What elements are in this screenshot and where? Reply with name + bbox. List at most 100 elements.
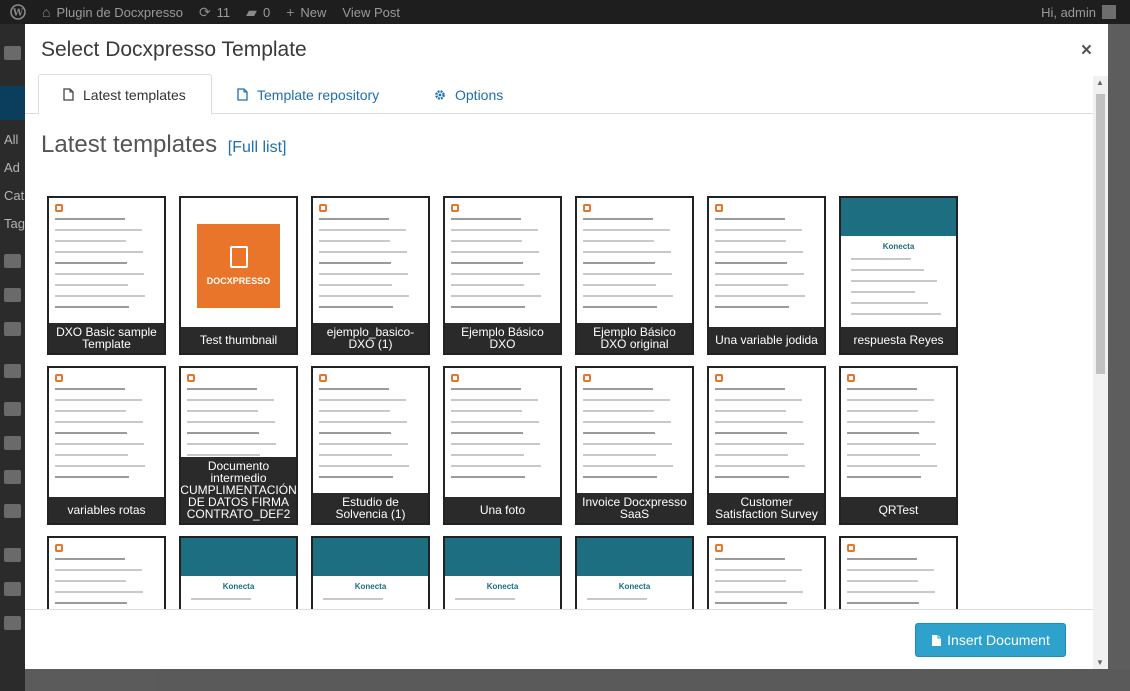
settings-icon[interactable]	[4, 582, 21, 596]
text-line	[451, 443, 540, 445]
text-line	[55, 580, 126, 582]
text-line	[583, 443, 672, 445]
close-icon[interactable]: ×	[1081, 41, 1092, 60]
posts-menu-active[interactable]	[0, 86, 25, 120]
document-icon[interactable]	[4, 548, 21, 562]
modal-scrollbar[interactable]: ▲ ▼	[1093, 76, 1108, 669]
text-line	[451, 218, 521, 220]
template-thumbnail	[841, 368, 956, 496]
template-thumbnail	[709, 538, 824, 609]
text-line	[191, 598, 251, 600]
text-line	[847, 443, 936, 445]
text-line	[55, 273, 144, 275]
template-card[interactable]: Customer Satisfaction Survey	[707, 366, 826, 525]
text-line	[715, 284, 788, 286]
document-banner	[313, 538, 428, 576]
text-line	[847, 602, 919, 604]
document-title: Konecta	[882, 242, 915, 251]
comments-link[interactable]: ▰ 0	[246, 0, 270, 24]
pages-icon[interactable]	[4, 288, 21, 302]
account-menu[interactable]: Hi, admin	[1041, 5, 1116, 20]
template-card[interactable]: QRTest	[839, 366, 958, 525]
template-modal: Select Docxpresso Template × Latest temp…	[25, 24, 1108, 669]
document-title: Konecta	[222, 582, 255, 591]
text-line	[319, 421, 407, 423]
text-line	[319, 251, 407, 253]
text-line	[451, 421, 539, 423]
tab-latest-templates[interactable]: Latest templates	[38, 74, 212, 115]
collapse-icon[interactable]	[4, 616, 21, 630]
text-line	[55, 558, 125, 560]
template-card[interactable]: Konecta respuesta Reyes	[839, 196, 958, 355]
template-caption: Ejemplo Básico DXO original	[577, 323, 692, 353]
text-line	[455, 598, 515, 600]
text-line	[847, 591, 935, 593]
sidebar-label-add[interactable]: Ad	[4, 160, 20, 175]
admin-bar-home-link[interactable]: ⌂ Plugin de Docxpresso	[42, 0, 183, 24]
template-thumbnail: Konecta	[313, 538, 428, 609]
comments-icon[interactable]	[4, 322, 21, 336]
template-card[interactable]: Documento intermedio CUMPLIMENTACIÓN DE …	[179, 366, 298, 525]
tab-options[interactable]: Options	[434, 74, 503, 115]
logo-icon	[715, 374, 723, 382]
pin-icon[interactable]	[4, 364, 21, 378]
media-icon[interactable]	[4, 254, 21, 268]
document-banner	[181, 538, 296, 576]
text-line	[715, 476, 789, 478]
template-card[interactable]: Una variable jodida	[707, 196, 826, 355]
text-line	[451, 262, 523, 264]
users-icon[interactable]	[4, 436, 21, 450]
template-card[interactable]	[707, 536, 826, 609]
template-card[interactable]	[839, 536, 958, 609]
template-card[interactable]: Una foto	[443, 366, 562, 525]
text-line	[319, 218, 389, 220]
template-card[interactable]: Ejemplo Básico DXO original	[575, 196, 694, 355]
text-line	[55, 443, 144, 445]
text-line	[851, 302, 928, 304]
updates-link[interactable]: ⟳ 11	[199, 0, 230, 24]
template-card[interactable]: Estudio de Solvencia (1)	[311, 366, 430, 525]
sidebar-label-tags[interactable]: Tag	[4, 216, 25, 231]
text-line	[55, 251, 143, 253]
template-card[interactable]: Konecta	[179, 536, 298, 609]
wordpress-logo-icon[interactable]: W	[10, 0, 26, 24]
site-name: Plugin de Docxpresso	[56, 4, 183, 20]
view-post-link[interactable]: View Post	[342, 0, 400, 24]
text-line	[715, 558, 785, 560]
appearance-icon[interactable]	[4, 402, 21, 416]
template-card[interactable]: variables rotas	[47, 366, 166, 525]
tab-template-repository[interactable]: Template repository	[237, 74, 379, 115]
template-card[interactable]: Ejemplo Básico DXO	[443, 196, 562, 355]
plugins-icon[interactable]	[4, 504, 21, 518]
scroll-thumb[interactable]	[1096, 94, 1105, 374]
template-card[interactable]: Konecta	[575, 536, 694, 609]
template-card[interactable]: Invoice Docxpresso SaaS	[575, 366, 694, 525]
new-content-link[interactable]: + New	[286, 0, 326, 24]
text-line	[583, 454, 656, 456]
text-line	[715, 465, 805, 467]
template-card[interactable]: Konecta	[311, 536, 430, 609]
tools-icon[interactable]	[4, 470, 21, 484]
template-card[interactable]: ejemplo_basico-DXO (1)	[311, 196, 430, 355]
section-title-text: Latest templates	[41, 131, 218, 158]
tab-label: Options	[455, 86, 504, 103]
comment-icon: ▰	[246, 3, 257, 20]
backdrop-bottom	[155, 669, 1130, 691]
template-card[interactable]: DXO Basic sample Template	[47, 196, 166, 355]
sidebar-label-all[interactable]: All	[4, 132, 18, 147]
template-card[interactable]: Konecta	[443, 536, 562, 609]
scroll-up-icon[interactable]: ▲	[1096, 78, 1104, 87]
greeting: Hi, admin	[1041, 4, 1096, 20]
template-card[interactable]	[47, 536, 166, 609]
text-line	[715, 580, 786, 582]
dashboard-icon[interactable]	[4, 46, 21, 60]
insert-document-button[interactable]: Insert Document	[915, 623, 1066, 657]
template-card[interactable]: DOCXPRESSO Test thumbnail	[179, 196, 298, 355]
text-line	[583, 432, 655, 434]
text-line	[187, 399, 274, 401]
text-line	[55, 602, 127, 604]
full-list-link[interactable]: [Full list]	[228, 139, 287, 156]
text-line	[847, 454, 920, 456]
sidebar-label-categories[interactable]: Cat	[4, 188, 24, 203]
scroll-down-icon[interactable]: ▼	[1096, 658, 1104, 667]
